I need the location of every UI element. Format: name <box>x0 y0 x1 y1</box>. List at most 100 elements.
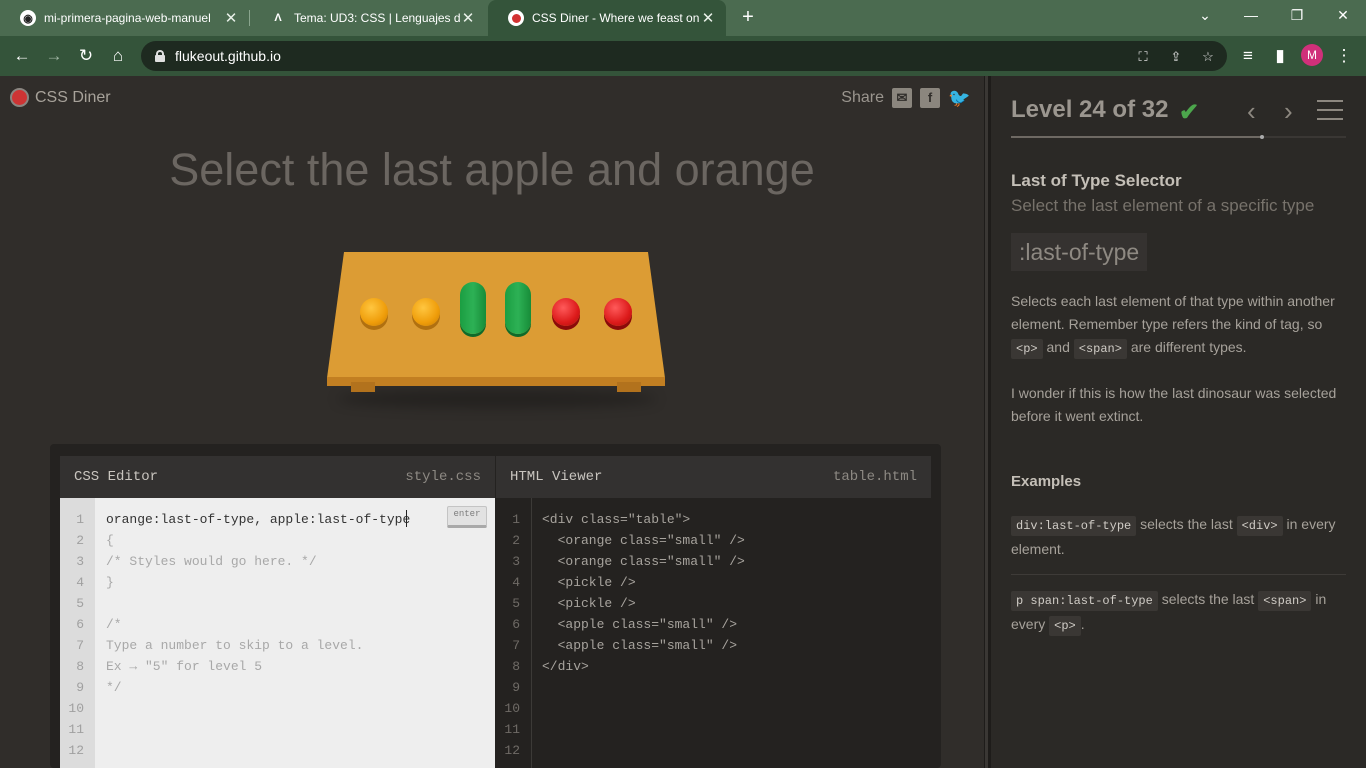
twitter-icon[interactable]: 🐦 <box>948 88 970 108</box>
code-chip: <p> <box>1011 339 1043 359</box>
tab-moodle[interactable]: Λ Tema: UD3: CSS | Lenguajes de m ✕ <box>250 0 486 36</box>
table-leg <box>617 382 641 392</box>
progress-fill <box>1011 136 1263 138</box>
html-line[interactable]: <pickle /> <box>542 596 636 611</box>
share-bar: Share ✉ f 🐦 <box>841 88 970 108</box>
line-number: 7 <box>76 638 84 653</box>
maximize-button[interactable]: ❐ <box>1274 0 1320 30</box>
editor: CSS Editor style.css HTML Viewer table.h… <box>50 444 941 768</box>
line-number: 11 <box>68 722 84 737</box>
tab-css-diner[interactable]: CSS Diner - Where we feast on C ✕ <box>488 0 726 36</box>
orange-item[interactable] <box>360 298 388 326</box>
html-line[interactable]: <div class="table"> <box>542 512 690 527</box>
html-line[interactable]: <orange class="small" /> <box>542 554 745 569</box>
close-icon[interactable]: ✕ <box>223 9 239 27</box>
address-bar[interactable]: flukeout.github.io ⛶ ⇪ ☆ <box>141 41 1227 71</box>
line-number: 5 <box>76 596 84 611</box>
code-chip: p span:last-of-type <box>1011 591 1158 611</box>
code-line: } <box>106 575 114 590</box>
translate-icon[interactable]: ⛶ <box>1134 48 1152 66</box>
css-editor-title: CSS Editor <box>74 469 159 485</box>
text-caret <box>406 510 407 527</box>
line-number: 3 <box>512 554 520 569</box>
new-tab-button[interactable]: + <box>738 6 758 30</box>
tab-search-icon[interactable]: ⌄ <box>1182 0 1228 30</box>
html-line[interactable]: </div> <box>542 659 589 674</box>
selector-title: Select the last element of a specific ty… <box>1011 196 1315 215</box>
menu-kebab-icon[interactable]: ⋮ <box>1332 44 1356 68</box>
tab-strip: ◉ mi-primera-pagina-web-manuel ✕ Λ Tema:… <box>0 0 1366 36</box>
selector-name: Last of Type Selector <box>1011 171 1182 190</box>
html-line[interactable]: <apple class="small" /> <box>542 617 737 632</box>
table-leg <box>351 382 375 392</box>
orange-item[interactable] <box>412 298 440 326</box>
logo[interactable]: CSS Diner <box>10 88 111 107</box>
html-line[interactable]: <pickle /> <box>542 575 636 590</box>
level-progress <box>1011 135 1346 139</box>
code-line: Ex → "5" for level 5 <box>106 659 263 674</box>
email-icon[interactable]: ✉ <box>892 88 912 108</box>
close-window-button[interactable]: ✕ <box>1320 0 1366 30</box>
apple-item[interactable] <box>604 298 632 326</box>
line-number: 10 <box>68 701 84 716</box>
panel-divider[interactable] <box>984 76 991 768</box>
tab-title: CSS Diner - Where we feast on C <box>532 11 700 25</box>
close-icon[interactable]: ✕ <box>460 9 476 27</box>
line-number: 10 <box>504 701 520 716</box>
enter-button[interactable]: enter <box>447 506 487 528</box>
next-level-icon[interactable]: › <box>1284 96 1293 127</box>
line-number: 8 <box>512 659 520 674</box>
order-heading: Select the last apple and orange <box>169 144 815 195</box>
description-text: and <box>1042 339 1074 355</box>
pickle-item[interactable] <box>505 282 531 334</box>
back-icon[interactable]: ← <box>10 44 34 68</box>
line-number: 2 <box>76 533 84 548</box>
side-panel-icon[interactable]: ▮ <box>1268 44 1292 68</box>
line-number: 12 <box>504 743 520 758</box>
lock-icon[interactable] <box>155 50 165 62</box>
pickle-item[interactable] <box>460 282 486 334</box>
code-line: */ <box>106 680 122 695</box>
css-diner-logo-icon <box>10 88 29 107</box>
line-number: 3 <box>76 554 84 569</box>
html-line[interactable]: <apple class="small" /> <box>542 638 737 653</box>
line-number: 8 <box>76 659 84 674</box>
apple-item[interactable] <box>552 298 580 326</box>
css-selector-input[interactable] <box>106 510 436 528</box>
code-line: /* Styles would go here. */ <box>106 554 317 569</box>
moodle-icon: Λ <box>274 12 282 24</box>
table-shadow <box>337 390 657 408</box>
line-number: 12 <box>68 743 84 758</box>
facebook-icon[interactable]: f <box>920 88 940 108</box>
example-text: selects the last <box>1157 591 1259 607</box>
tab-github[interactable]: ◉ mi-primera-pagina-web-manuel ✕ <box>0 0 249 36</box>
code-chip: <div> <box>1236 516 1283 536</box>
profile-avatar[interactable]: M <box>1301 44 1323 66</box>
checkmark-icon: ✔ <box>1179 99 1200 126</box>
tab-title: mi-primera-pagina-web-manuel <box>44 11 211 25</box>
selector-syntax: :last-of-type <box>1011 233 1148 271</box>
share-page-icon[interactable]: ⇪ <box>1167 48 1185 66</box>
minimize-button[interactable]: — <box>1228 0 1274 30</box>
reload-icon[interactable]: ↻ <box>74 44 98 68</box>
share-label: Share <box>841 89 884 106</box>
close-icon[interactable]: ✕ <box>700 9 716 27</box>
previous-level-icon[interactable]: ‹ <box>1247 96 1256 127</box>
selector-description: Selects each last element of that type w… <box>1011 290 1351 428</box>
example-text: selects the last <box>1136 516 1237 532</box>
line-gutter: 1 2 3 4 5 6 7 8 9 10 11 12 <box>496 498 532 768</box>
url-text[interactable]: flukeout.github.io <box>175 48 281 64</box>
bookmark-star-icon[interactable]: ☆ <box>1199 48 1217 66</box>
level-menu-icon[interactable] <box>1317 100 1343 120</box>
code-chip: div:last-of-type <box>1011 516 1137 536</box>
line-number: 2 <box>512 533 520 548</box>
example-divider <box>1011 574 1346 575</box>
forward-icon[interactable]: → <box>42 44 66 68</box>
code-line: Type a number to skip to a level. <box>106 638 364 653</box>
html-line[interactable]: <orange class="small" /> <box>542 533 745 548</box>
reading-list-icon[interactable]: ≡ <box>1236 44 1260 68</box>
example-item: p span:last-of-type selects the last <sp… <box>1011 587 1346 637</box>
line-number: 9 <box>76 680 84 695</box>
html-viewer-pane: 1 2 3 4 5 6 7 8 9 10 11 12 <div class="t… <box>496 498 931 768</box>
home-icon[interactable]: ⌂ <box>106 44 130 68</box>
